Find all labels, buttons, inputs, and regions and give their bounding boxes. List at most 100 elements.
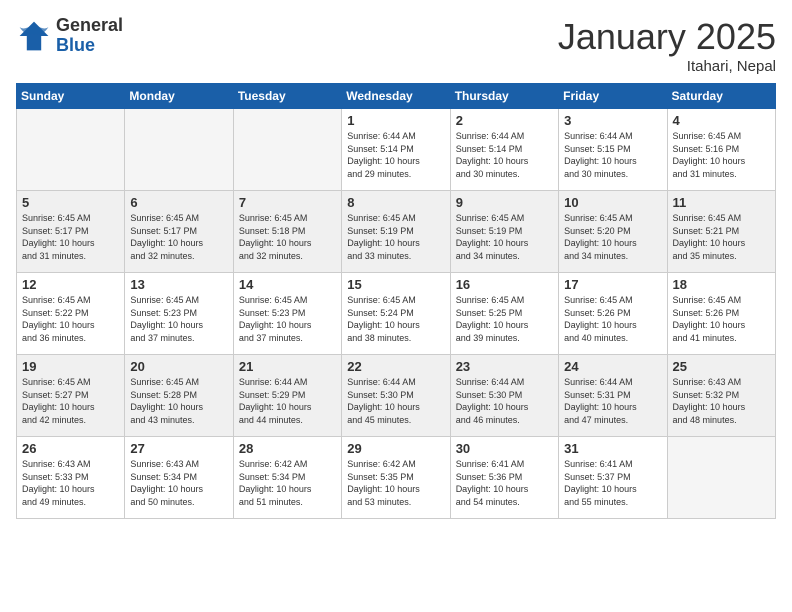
day-number: 17 <box>564 277 661 292</box>
calendar-day: 5Sunrise: 6:45 AM Sunset: 5:17 PM Daylig… <box>17 191 125 273</box>
day-number: 20 <box>130 359 227 374</box>
day-info: Sunrise: 6:44 AM Sunset: 5:29 PM Dayligh… <box>239 376 336 426</box>
day-number: 13 <box>130 277 227 292</box>
day-info: Sunrise: 6:45 AM Sunset: 5:28 PM Dayligh… <box>130 376 227 426</box>
logo-text: General Blue <box>56 16 123 56</box>
calendar-day <box>667 437 775 519</box>
day-number: 10 <box>564 195 661 210</box>
calendar-day: 27 Sunrise: 6:43 AM Sunset: 5:34 PM Dayli… <box>125 437 233 519</box>
day-number: 24 <box>564 359 661 374</box>
calendar-day: 16 Sunrise: 6:45 AM Sunset: 5:25 PM Dayli… <box>450 273 558 355</box>
day-number: 31 <box>564 441 661 456</box>
day-number: 30 <box>456 441 553 456</box>
day-info: Sunrise: 6:44 AM Sunset: 5:15 PM Dayligh… <box>564 130 661 180</box>
weekday-header-sunday: Sunday <box>17 84 125 109</box>
weekday-header-friday: Friday <box>559 84 667 109</box>
day-info: Sunrise: 6:45 AM Sunset: 5:26 PM Dayligh… <box>564 294 661 344</box>
day-number: 12 <box>22 277 119 292</box>
day-info: Sunrise: 6:45 AM Sunset: 5:19 PM Dayligh… <box>456 212 553 262</box>
day-number: 25 <box>673 359 770 374</box>
day-info: Sunrise: 6:41 AM Sunset: 5:36 PM Dayligh… <box>456 458 553 508</box>
calendar-day: 8 Sunrise: 6:45 AM Sunset: 5:19 PM Daylig… <box>342 191 450 273</box>
day-info: Sunrise: 6:45 AM Sunset: 5:24 PM Dayligh… <box>347 294 444 344</box>
day-number: 11 <box>673 195 770 210</box>
calendar-day: 9 Sunrise: 6:45 AM Sunset: 5:19 PM Daylig… <box>450 191 558 273</box>
calendar-day: 4Sunrise: 6:45 AM Sunset: 5:16 PM Daylig… <box>667 109 775 191</box>
calendar-day: 21 Sunrise: 6:44 AM Sunset: 5:29 PM Dayli… <box>233 355 341 437</box>
calendar-week-2: 12 Sunrise: 6:45 AM Sunset: 5:22 PM Dayli… <box>17 273 776 355</box>
day-info: Sunrise: 6:45 AM Sunset: 5:23 PM Dayligh… <box>239 294 336 344</box>
weekday-header-thursday: Thursday <box>450 84 558 109</box>
calendar-day: 10 Sunrise: 6:45 AM Sunset: 5:20 PM Dayli… <box>559 191 667 273</box>
calendar-day: 28 Sunrise: 6:42 AM Sunset: 5:34 PM Dayli… <box>233 437 341 519</box>
day-info: Sunrise: 6:44 AM Sunset: 5:14 PM Dayligh… <box>456 130 553 180</box>
logo-general: General <box>56 16 123 36</box>
day-info: Sunrise: 6:43 AM Sunset: 5:32 PM Dayligh… <box>673 376 770 426</box>
calendar-day: 7Sunrise: 6:45 AM Sunset: 5:18 PM Daylig… <box>233 191 341 273</box>
day-info: Sunrise: 6:41 AM Sunset: 5:37 PM Dayligh… <box>564 458 661 508</box>
location: Itahari, Nepal <box>558 58 776 75</box>
calendar-day: 26Sunrise: 6:43 AM Sunset: 5:33 PM Dayli… <box>17 437 125 519</box>
calendar-day: 15 Sunrise: 6:45 AM Sunset: 5:24 PM Dayli… <box>342 273 450 355</box>
day-info: Sunrise: 6:42 AM Sunset: 5:35 PM Dayligh… <box>347 458 444 508</box>
day-number: 29 <box>347 441 444 456</box>
weekday-header-saturday: Saturday <box>667 84 775 109</box>
day-info: Sunrise: 6:44 AM Sunset: 5:30 PM Dayligh… <box>347 376 444 426</box>
day-info: Sunrise: 6:44 AM Sunset: 5:14 PM Dayligh… <box>347 130 444 180</box>
day-info: Sunrise: 6:45 AM Sunset: 5:17 PM Dayligh… <box>130 212 227 262</box>
day-number: 27 <box>130 441 227 456</box>
calendar-day <box>233 109 341 191</box>
logo-blue: Blue <box>56 36 123 56</box>
day-number: 14 <box>239 277 336 292</box>
calendar-week-4: 26Sunrise: 6:43 AM Sunset: 5:33 PM Dayli… <box>17 437 776 519</box>
weekday-header-tuesday: Tuesday <box>233 84 341 109</box>
header: General Blue January 2025 Itahari, Nepal <box>16 16 776 75</box>
calendar-day: 25 Sunrise: 6:43 AM Sunset: 5:32 PM Dayli… <box>667 355 775 437</box>
calendar-day: 13Sunrise: 6:45 AM Sunset: 5:23 PM Dayli… <box>125 273 233 355</box>
day-info: Sunrise: 6:42 AM Sunset: 5:34 PM Dayligh… <box>239 458 336 508</box>
day-info: Sunrise: 6:44 AM Sunset: 5:30 PM Dayligh… <box>456 376 553 426</box>
calendar-day: 11 Sunrise: 6:45 AM Sunset: 5:21 PM Dayli… <box>667 191 775 273</box>
day-number: 9 <box>456 195 553 210</box>
day-info: Sunrise: 6:45 AM Sunset: 5:20 PM Dayligh… <box>564 212 661 262</box>
day-number: 19 <box>22 359 119 374</box>
calendar-day: 2 Sunrise: 6:44 AM Sunset: 5:14 PM Daylig… <box>450 109 558 191</box>
day-number: 7 <box>239 195 336 210</box>
day-number: 1 <box>347 113 444 128</box>
calendar-header-row: SundayMondayTuesdayWednesdayThursdayFrid… <box>17 84 776 109</box>
calendar-day: 22 Sunrise: 6:44 AM Sunset: 5:30 PM Dayli… <box>342 355 450 437</box>
calendar-week-3: 19 Sunrise: 6:45 AM Sunset: 5:27 PM Dayli… <box>17 355 776 437</box>
calendar-day: 31 Sunrise: 6:41 AM Sunset: 5:37 PM Dayli… <box>559 437 667 519</box>
day-info: Sunrise: 6:43 AM Sunset: 5:34 PM Dayligh… <box>130 458 227 508</box>
calendar-day: 18Sunrise: 6:45 AM Sunset: 5:26 PM Dayli… <box>667 273 775 355</box>
day-number: 2 <box>456 113 553 128</box>
day-number: 8 <box>347 195 444 210</box>
day-info: Sunrise: 6:43 AM Sunset: 5:33 PM Dayligh… <box>22 458 119 508</box>
day-info: Sunrise: 6:45 AM Sunset: 5:19 PM Dayligh… <box>347 212 444 262</box>
day-info: Sunrise: 6:45 AM Sunset: 5:26 PM Dayligh… <box>673 294 770 344</box>
day-number: 23 <box>456 359 553 374</box>
logo: General Blue <box>16 16 123 56</box>
day-number: 21 <box>239 359 336 374</box>
day-number: 6 <box>130 195 227 210</box>
title-block: January 2025 Itahari, Nepal <box>558 16 776 75</box>
day-number: 22 <box>347 359 444 374</box>
calendar-day: 29 Sunrise: 6:42 AM Sunset: 5:35 PM Dayli… <box>342 437 450 519</box>
day-number: 28 <box>239 441 336 456</box>
day-number: 15 <box>347 277 444 292</box>
calendar-day: 1 Sunrise: 6:44 AM Sunset: 5:14 PM Daylig… <box>342 109 450 191</box>
calendar-day: 3Sunrise: 6:44 AM Sunset: 5:15 PM Daylig… <box>559 109 667 191</box>
calendar-table: SundayMondayTuesdayWednesdayThursdayFrid… <box>16 83 776 519</box>
day-info: Sunrise: 6:45 AM Sunset: 5:27 PM Dayligh… <box>22 376 119 426</box>
month-title: January 2025 <box>558 16 776 58</box>
calendar-day: 6 Sunrise: 6:45 AM Sunset: 5:17 PM Daylig… <box>125 191 233 273</box>
day-number: 16 <box>456 277 553 292</box>
logo-icon <box>16 18 52 54</box>
day-info: Sunrise: 6:45 AM Sunset: 5:22 PM Dayligh… <box>22 294 119 344</box>
day-info: Sunrise: 6:45 AM Sunset: 5:21 PM Dayligh… <box>673 212 770 262</box>
day-info: Sunrise: 6:45 AM Sunset: 5:25 PM Dayligh… <box>456 294 553 344</box>
calendar-day: 23 Sunrise: 6:44 AM Sunset: 5:30 PM Dayli… <box>450 355 558 437</box>
calendar-day: 17 Sunrise: 6:45 AM Sunset: 5:26 PM Dayli… <box>559 273 667 355</box>
calendar-day: 12 Sunrise: 6:45 AM Sunset: 5:22 PM Dayli… <box>17 273 125 355</box>
day-info: Sunrise: 6:44 AM Sunset: 5:31 PM Dayligh… <box>564 376 661 426</box>
